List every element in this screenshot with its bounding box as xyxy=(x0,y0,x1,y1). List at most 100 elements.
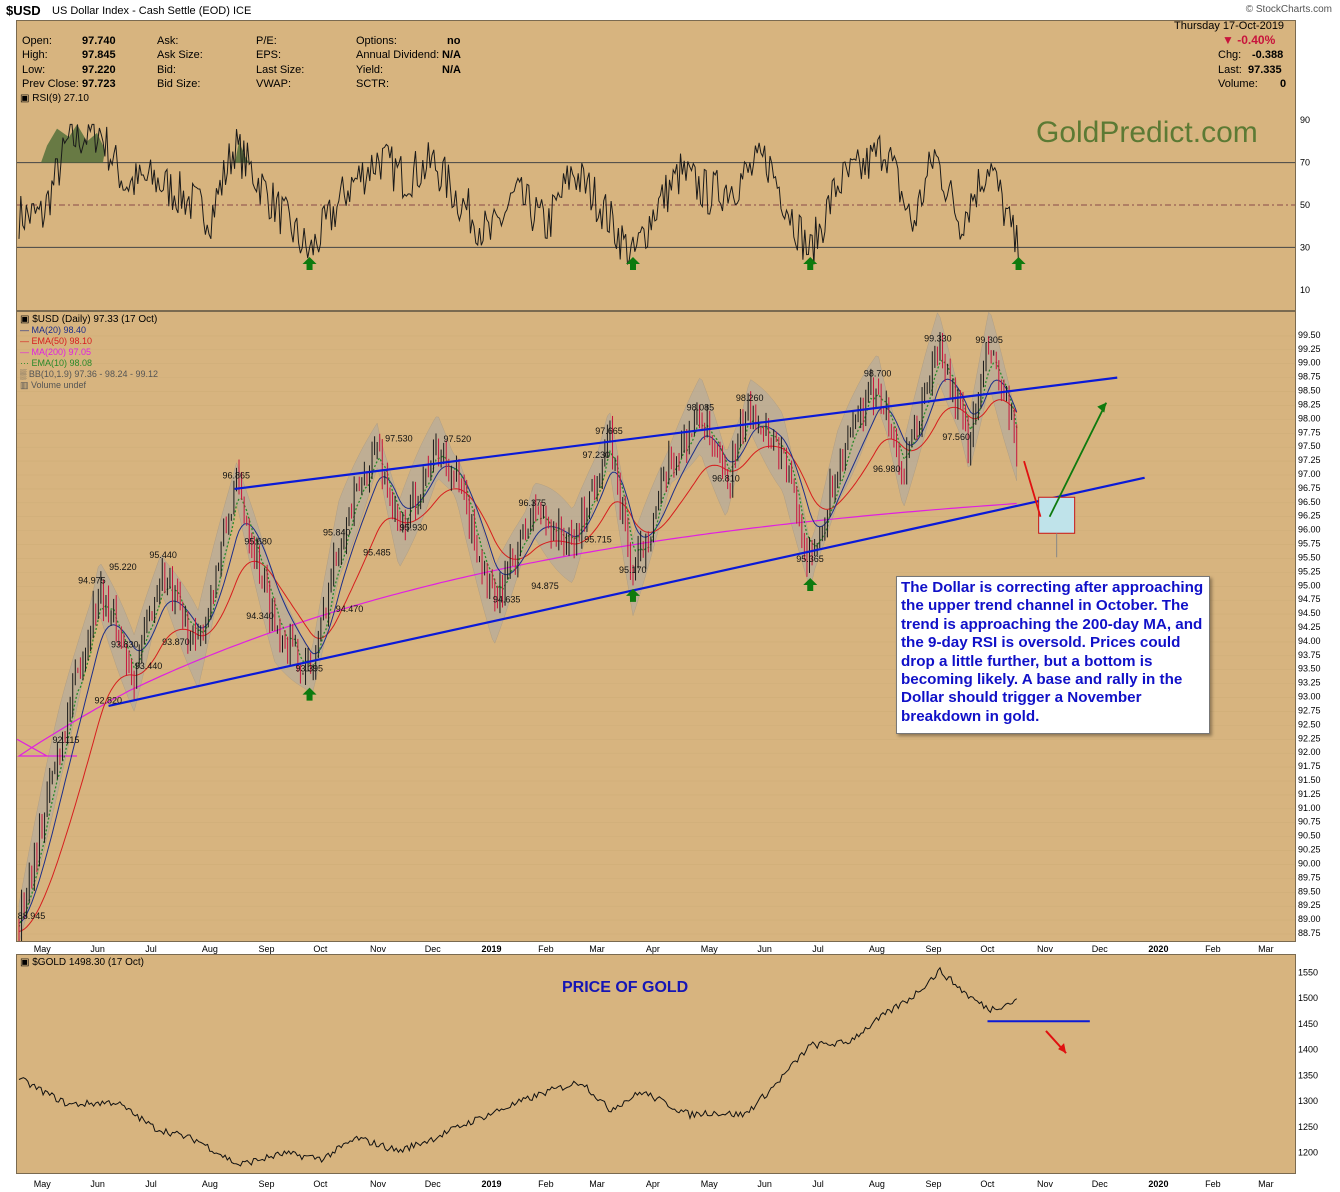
chg-value: -0.388 xyxy=(1252,49,1284,61)
gold-x-label: Dec xyxy=(425,1179,442,1189)
price-point-label: 96.980 xyxy=(873,464,901,474)
volume-legend-text: Volume undef xyxy=(31,380,87,390)
gold-x-label: 2020 xyxy=(1148,1179,1168,1189)
gold-title: PRICE OF GOLD xyxy=(562,979,689,996)
ema10-legend-text: EMA(10) 98.08 xyxy=(31,358,93,368)
price-tick-label: 98.25 xyxy=(1298,399,1321,409)
rsi-svg xyxy=(17,123,1295,270)
price-tick-label: 97.00 xyxy=(1298,469,1321,479)
gold-x-label: Oct xyxy=(313,1179,328,1189)
price-tick-label: 92.00 xyxy=(1298,747,1321,757)
options-value: no xyxy=(447,35,461,47)
last-size-label: Last Size: xyxy=(256,64,305,76)
ma20-legend-text: MA(20) 98.40 xyxy=(31,325,87,335)
sctr-label: SCTR: xyxy=(356,78,389,90)
bid-label: Bid: xyxy=(157,64,176,76)
source-credit[interactable]: © StockCharts.com xyxy=(1246,4,1332,15)
rsi-tick-label: 50 xyxy=(1300,200,1310,210)
price-point-label: 95.170 xyxy=(619,565,647,575)
price-x-label: Sep xyxy=(259,944,275,954)
price-point-label: 93.440 xyxy=(135,661,163,671)
rsi-tick-label: 70 xyxy=(1300,158,1310,168)
gold-tick-label: 1200 xyxy=(1298,1148,1318,1158)
price-point-label: 99.305 xyxy=(975,335,1003,345)
price-tick-label: 89.25 xyxy=(1298,900,1321,910)
price-x-label: Oct xyxy=(313,944,328,954)
price-tick-label: 93.00 xyxy=(1298,692,1321,702)
gold-tick-label: 1450 xyxy=(1298,1019,1318,1029)
chart-root: $USD US Dollar Index - Cash Settle (EOD)… xyxy=(0,0,1340,1192)
price-x-label: Aug xyxy=(202,944,218,954)
price-x-label: Dec xyxy=(425,944,442,954)
ask-size-label: Ask Size: xyxy=(157,49,203,61)
change-pct: ▼ -0.40% xyxy=(1222,33,1275,47)
price-x-label: May xyxy=(701,944,719,954)
price-x-label: Apr xyxy=(646,944,660,954)
price-x-label: Oct xyxy=(980,944,995,954)
price-point-label: 96.375 xyxy=(518,498,546,508)
ema50-legend: — EMA(50) 98.10 xyxy=(20,336,93,346)
price-tick-label: 94.00 xyxy=(1298,636,1321,646)
price-tick-label: 91.25 xyxy=(1298,789,1321,799)
main-legend-title-text: $USD (Daily) 97.33 (17 Oct) xyxy=(32,314,158,325)
gold-x-label: Apr xyxy=(646,1179,660,1189)
price-x-label: Aug xyxy=(869,944,885,954)
price-point-label: 95.680 xyxy=(244,536,272,546)
price-point-label: 94.875 xyxy=(531,581,559,591)
gold-tick-label: 1550 xyxy=(1298,967,1318,977)
dividend-value: N/A xyxy=(442,49,461,61)
symbol-label: $USD xyxy=(6,3,41,18)
price-tick-label: 98.00 xyxy=(1298,413,1321,423)
change-pct-value: -0.40% xyxy=(1237,33,1276,47)
price-x-label: 2020 xyxy=(1148,944,1168,954)
open-value: 97.740 xyxy=(82,35,116,47)
main-legend-title: ▣ $USD (Daily) 97.33 (17 Oct) xyxy=(20,314,157,325)
last-label: Last: xyxy=(1218,64,1242,76)
price-tick-label: 97.75 xyxy=(1298,427,1321,437)
eps-label: EPS: xyxy=(256,49,282,61)
price-point-label: 93.870 xyxy=(162,637,190,647)
annotation-box: The Dollar is correcting after approachi… xyxy=(896,576,1210,734)
price-x-label: Mar xyxy=(589,944,605,954)
dividend-label: Annual Dividend: xyxy=(356,49,440,61)
ema10-legend: ··· EMA(10) 98.08 xyxy=(20,358,93,368)
price-tick-label: 90.25 xyxy=(1298,845,1321,855)
ma20-legend: — MA(20) 98.40 xyxy=(20,325,87,335)
price-point-label: 95.220 xyxy=(109,562,137,572)
price-point-label: 88.945 xyxy=(18,911,46,921)
rsi-tick-label: 10 xyxy=(1300,285,1310,295)
rsi-panel xyxy=(16,20,1296,311)
gold-x-label: Nov xyxy=(370,1179,387,1189)
price-tick-label: 89.50 xyxy=(1298,886,1321,896)
ma200-legend-text: MA(200) 97.05 xyxy=(31,347,92,357)
gold-x-label: Oct xyxy=(980,1179,995,1189)
price-x-label: 2019 xyxy=(481,944,501,954)
open-label: Open: xyxy=(22,35,52,47)
ma200-legend: — MA(200) 97.05 xyxy=(20,347,92,357)
gold-tick-label: 1300 xyxy=(1298,1096,1318,1106)
price-point-label: 98.700 xyxy=(864,368,892,378)
price-point-label: 95.930 xyxy=(400,523,428,533)
vwap-label: VWAP: xyxy=(256,78,292,90)
gold-x-label: Jul xyxy=(812,1179,824,1189)
gold-x-label: Nov xyxy=(1037,1179,1054,1189)
price-x-label: Jun xyxy=(757,944,772,954)
price-point-label: 93.395 xyxy=(296,664,324,674)
gold-tick-label: 1350 xyxy=(1298,1070,1318,1080)
price-tick-label: 96.00 xyxy=(1298,525,1321,535)
support-up-arrow-icon xyxy=(803,577,818,591)
options-label: Options: xyxy=(356,35,397,47)
price-point-label: 95.485 xyxy=(363,547,391,557)
gold-x-label: Jun xyxy=(757,1179,772,1189)
price-x-label: Feb xyxy=(1205,944,1221,954)
price-tick-label: 90.00 xyxy=(1298,858,1321,868)
oversold-up-arrow-icon xyxy=(1011,257,1026,270)
price-tick-label: 92.25 xyxy=(1298,733,1321,743)
price-tick-label: 88.75 xyxy=(1298,928,1321,938)
ema50-legend-text: EMA(50) 98.10 xyxy=(31,336,93,346)
low-label: Low: xyxy=(22,64,46,76)
price-point-label: 98.260 xyxy=(736,393,764,403)
oversold-up-arrow-icon xyxy=(302,257,317,270)
up-projection-arrow xyxy=(1048,402,1108,518)
price-point-label: 97.665 xyxy=(595,426,623,436)
